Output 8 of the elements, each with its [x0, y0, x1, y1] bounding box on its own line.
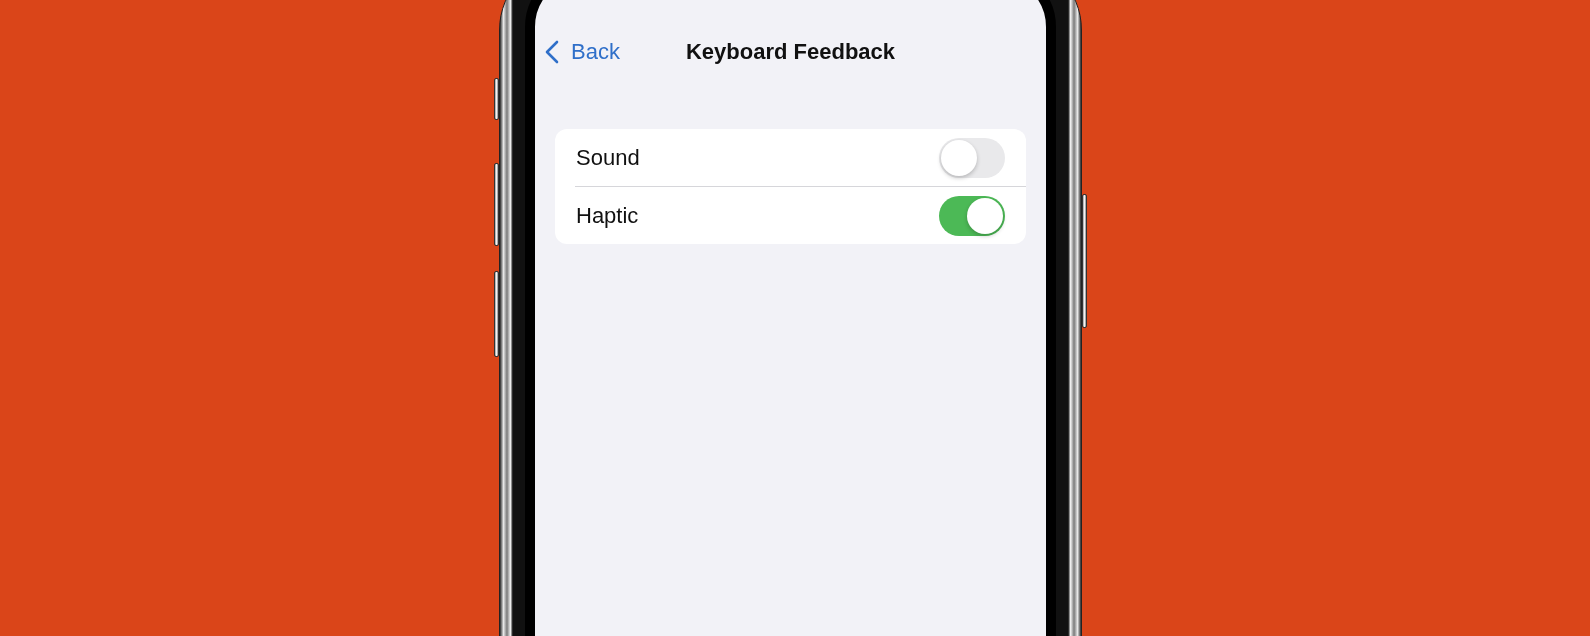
- setting-label: Haptic: [576, 202, 639, 229]
- phone-side-key: [494, 78, 499, 120]
- screen-title: Keyboard Feedback: [685, 39, 896, 65]
- toggle-switch[interactable]: [939, 137, 1005, 178]
- toggle-switch[interactable]: [939, 195, 1005, 236]
- setting-label: Sound: [576, 144, 640, 171]
- chevron-left-icon: [545, 40, 559, 64]
- back-button[interactable]: Back: [545, 39, 620, 65]
